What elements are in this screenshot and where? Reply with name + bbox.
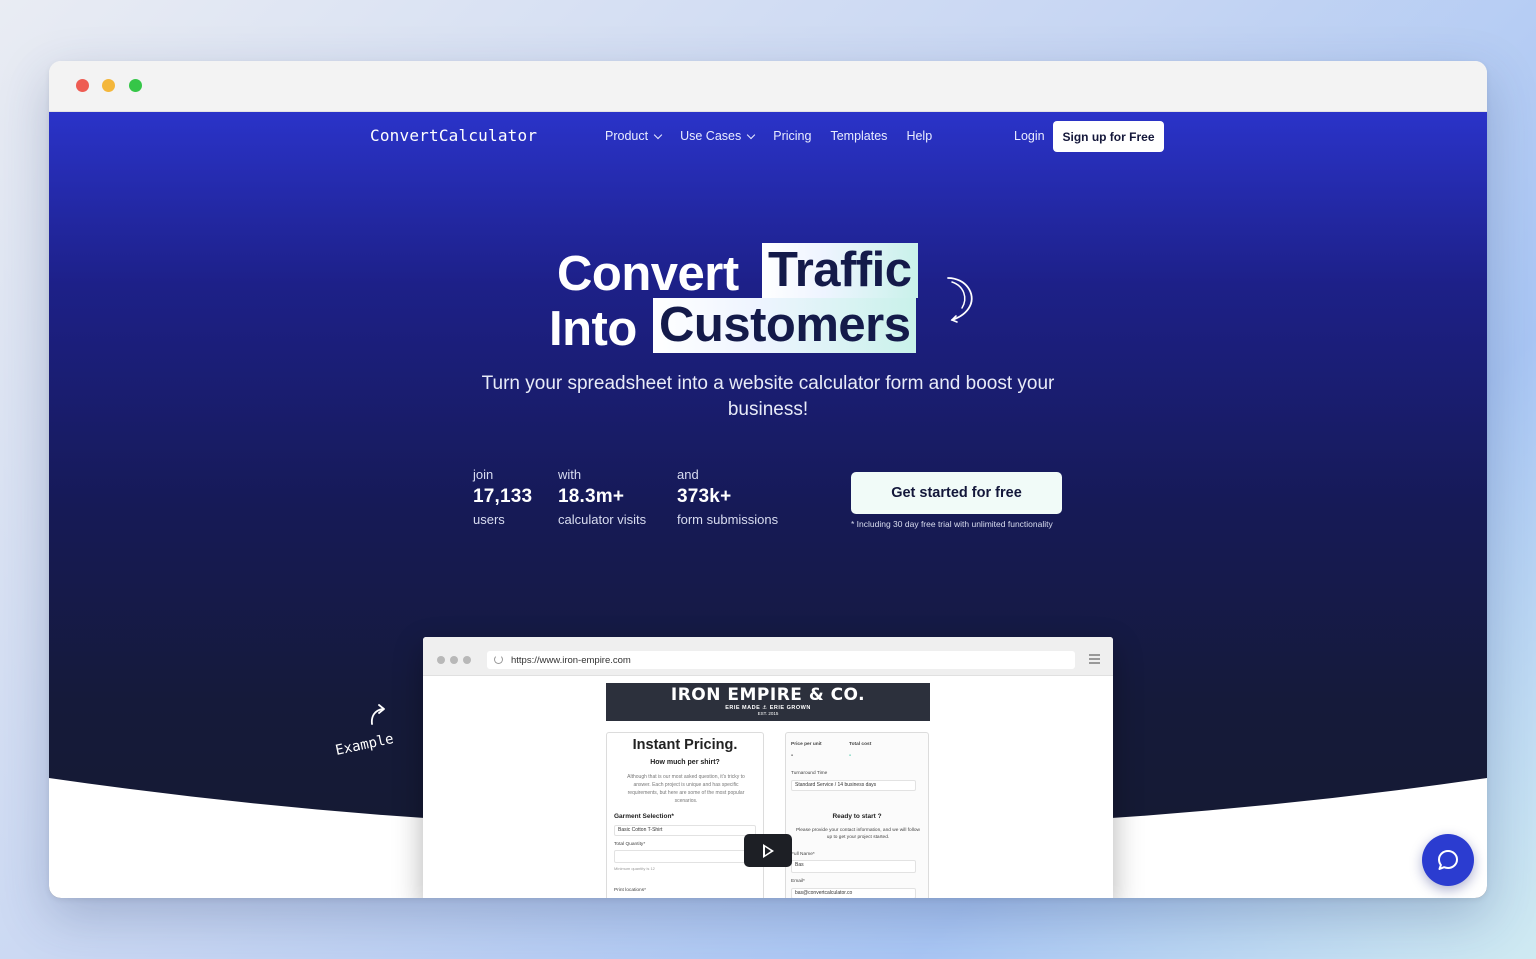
- stat-value: 17,133: [473, 486, 533, 507]
- hamburger-menu-icon: [1089, 654, 1100, 664]
- banner-brand: IRON EMPIRE & CO.: [670, 685, 866, 705]
- email-label: Email*: [791, 879, 805, 884]
- hero-subtitle: Turn your spreadsheet into a website cal…: [481, 373, 1055, 420]
- stat-users: join 17,133 users: [473, 467, 532, 527]
- signup-button[interactable]: Sign up for Free: [1053, 121, 1164, 152]
- quote-summary-card: Price per unit - Total cost - Turnaround…: [785, 732, 929, 898]
- hero-line2-highlight: Customers: [653, 298, 917, 353]
- main-nav: Product Use Cases Pricing Templates Help: [605, 129, 951, 143]
- form-title: Instant Pricing.: [632, 737, 738, 753]
- trial-note: * Including 30 day free trial with unlim…: [851, 519, 1053, 529]
- hero-line2-plain: Into: [549, 302, 637, 356]
- close-window-button[interactable]: [76, 79, 89, 92]
- mock-window-dot: [437, 656, 445, 664]
- mock-window-dot: [450, 656, 458, 664]
- mock-window-dot: [463, 656, 471, 664]
- garment-select: Basic Cotton T-Shirt: [614, 825, 756, 836]
- curved-arrow-icon: [370, 704, 385, 725]
- get-started-button[interactable]: Get started for free: [851, 472, 1062, 514]
- site-logo[interactable]: ConvertCalculator: [370, 126, 537, 145]
- mock-url-text: https://www.iron-empire.com: [511, 654, 631, 666]
- hero-line1-plain: Convert: [557, 247, 739, 301]
- nav-item-use-cases[interactable]: Use Cases: [680, 129, 756, 143]
- form-intro: Although that is our most asked question…: [627, 774, 745, 804]
- form-subtitle: How much per shirt?: [650, 759, 720, 766]
- landing-page: ConvertCalculator Product Use Cases Pric…: [49, 112, 1487, 898]
- quantity-input: [614, 850, 756, 863]
- turnaround-select: Standard Service / 14 business days: [791, 780, 916, 791]
- minimize-window-button[interactable]: [102, 79, 115, 92]
- example-label: Example: [333, 731, 396, 759]
- chevron-down-icon: [746, 130, 756, 139]
- stat-value: 18.3m+: [558, 486, 625, 507]
- mock-browser-bar: https://www.iron-empire.com: [423, 637, 1113, 676]
- stat-suffix: form submissions: [677, 512, 779, 527]
- total-cost-label: Total cost: [849, 742, 872, 747]
- reload-icon: [494, 655, 503, 664]
- stat-value: 373k+: [677, 486, 732, 507]
- stat-visits: with 18.3m+ calculator visits: [558, 467, 646, 527]
- price-per-unit-value: -: [791, 752, 794, 759]
- ready-title: Ready to start ?: [832, 813, 882, 820]
- fullname-label: Full Name*: [791, 852, 815, 857]
- demo-video-preview[interactable]: https://www.iron-empire.com IRON EMPIRE …: [423, 637, 1113, 898]
- nav-item-product[interactable]: Product: [605, 129, 663, 143]
- fullname-input: Bas: [791, 860, 916, 873]
- stat-prefix: and: [677, 467, 699, 482]
- nav-item-pricing[interactable]: Pricing: [773, 129, 811, 143]
- nav-item-label: Use Cases: [680, 129, 742, 143]
- nav-item-help[interactable]: Help: [906, 129, 932, 143]
- turnaround-label: Turnaround Time: [791, 771, 828, 776]
- stat-suffix: users: [473, 512, 505, 527]
- play-video-button[interactable]: [744, 834, 792, 867]
- stat-prefix: with: [558, 467, 582, 482]
- email-input: bas@convertcalculator.co: [791, 888, 916, 898]
- nav-item-label: Product: [605, 129, 649, 143]
- nav-item-templates[interactable]: Templates: [830, 129, 887, 143]
- login-link[interactable]: Login: [1014, 129, 1045, 143]
- maximize-window-button[interactable]: [129, 79, 142, 92]
- browser-window: ConvertCalculator Product Use Cases Pric…: [49, 61, 1487, 898]
- stat-suffix: calculator visits: [558, 512, 647, 527]
- print-locations-label: Print locations*: [614, 888, 646, 893]
- chat-bubble-icon: [1438, 850, 1458, 870]
- quantity-note: Minimum quantity is 12: [614, 866, 655, 871]
- mock-url-bar: https://www.iron-empire.com: [487, 651, 1075, 669]
- ready-text: Please provide your contact information,…: [796, 828, 920, 840]
- window-titlebar: [49, 61, 1487, 112]
- banner-est: EST. 2015: [757, 711, 779, 716]
- stat-submissions: and 373k+ form submissions: [677, 467, 778, 527]
- hero-line1-highlight: Traffic: [762, 243, 918, 298]
- pricing-form-card: Instant Pricing. How much per shirt? Alt…: [606, 732, 764, 898]
- iron-empire-banner: IRON EMPIRE & CO. ERIE MADE ⚓ ERIE GROWN…: [606, 683, 930, 721]
- price-per-unit-label: Price per unit: [791, 742, 822, 747]
- chat-widget-button[interactable]: [1422, 834, 1474, 886]
- swirl-arrow-icon: [947, 277, 973, 323]
- chevron-down-icon: [653, 130, 663, 139]
- total-cost-value: -: [849, 752, 852, 759]
- garment-label: Garment Selection*: [614, 813, 674, 820]
- quantity-label: Total Quantity*: [614, 842, 646, 847]
- stat-prefix: join: [473, 467, 494, 482]
